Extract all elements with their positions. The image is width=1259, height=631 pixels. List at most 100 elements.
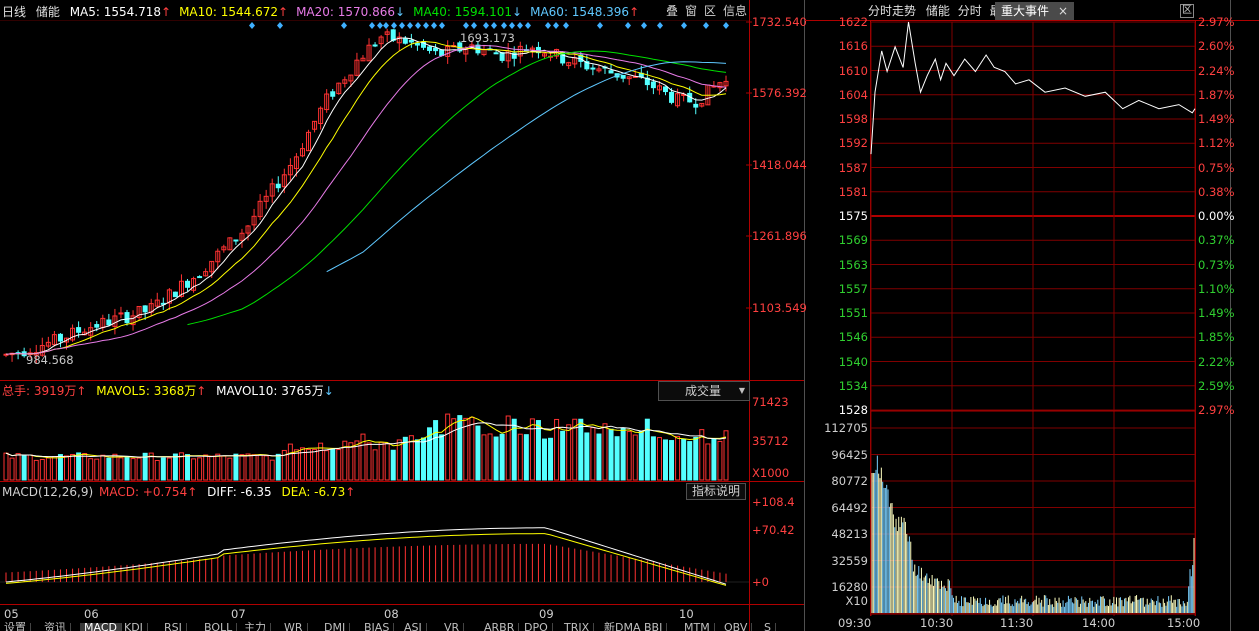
indicator-tab[interactable]: WR [280,622,308,631]
indicator-tab[interactable]: 主力 [240,622,271,631]
event-marker-icon[interactable] [657,22,663,29]
volume-header: 总手: 3919万↑ MAVOL5: 3368万↑ MAVOL10: 3765万… [2,381,340,401]
event-marker-icon[interactable] [423,22,429,29]
event-marker-icon[interactable] [501,22,507,29]
candle [299,143,305,158]
event-marker-icon[interactable] [369,22,375,29]
volume-indicator-select[interactable]: 成交量 ▼ [658,381,750,401]
event-marker-icon[interactable] [509,22,515,29]
intraday-time-label: 09:30 [838,616,872,630]
indicator-tab[interactable]: MTM [680,622,715,631]
event-marker-icon[interactable] [491,22,497,29]
indicator-tab[interactable]: BIAS [360,622,395,631]
intraday-pct-label: 1.85% [1198,330,1235,345]
intraday-pct-label: 2.22% [1198,354,1235,369]
intraday-vol-label: 80772 [831,474,868,488]
volume-bar [378,441,384,481]
event-marker-icon[interactable] [703,22,709,29]
volume-bar [263,455,269,481]
month-label: 08 [384,607,399,621]
event-marker-icon[interactable] [439,22,445,29]
event-marker-icon[interactable] [723,22,729,29]
macd-help-button[interactable]: 指标说明 [686,483,746,500]
volume-bar [64,455,70,481]
price-axis-label: 1261.896 [752,229,807,243]
macd-header: MACD(12,26,9) MACD: +0.754↑ DIFF: -6.35 … [2,482,361,502]
price-axis-label: 1576.392 [752,86,807,100]
event-marker-icon[interactable] [377,22,383,29]
candle [644,70,650,91]
candle [420,39,426,51]
candle [662,86,668,96]
intraday-price-label: 1592 [838,136,868,151]
candle [154,292,160,309]
volume-bar [191,458,197,481]
intraday-pct-label: 2.60% [1198,39,1235,54]
candle [414,42,420,51]
volume-bar [203,454,209,481]
event-marker-icon[interactable] [341,22,347,29]
event-marker-icon[interactable] [391,22,397,29]
candle [257,194,263,221]
volume-bar [693,436,699,481]
event-marker-icon[interactable] [407,22,413,29]
indicator-tab[interactable]: TRIX [560,622,595,631]
month-label: 09 [539,607,554,621]
indicator-tab[interactable]: VR [440,622,465,631]
macd-axis-label: +108.4 [752,495,795,509]
event-marker-icon[interactable] [431,22,437,29]
indicator-tab[interactable]: KDJ [120,622,148,631]
candle [306,129,312,152]
volume-bar [662,439,668,481]
intraday-price-label: 1551 [838,306,868,320]
volume-bar [584,432,590,481]
candle [70,324,76,342]
indicator-tab[interactable]: RSI [160,622,187,631]
up-arrow-icon: ↑ [345,485,356,499]
intraday-chart[interactable] [805,0,1259,631]
indicator-tab[interactable]: MACD [80,622,122,631]
kline-chart[interactable] [0,0,805,631]
event-marker-icon[interactable] [415,22,421,29]
event-marker-icon[interactable] [597,22,603,29]
event-marker-icon[interactable] [545,22,551,29]
candle [384,28,390,43]
event-marker-icon[interactable] [483,22,489,29]
volume-bar [312,448,318,481]
event-marker-icon[interactable] [383,22,389,29]
event-marker-icon[interactable] [471,22,477,29]
indicator-tab[interactable]: DMI [320,622,351,631]
candle [106,313,112,326]
event-marker-icon[interactable] [625,22,631,29]
candle [378,35,384,49]
event-marker-icon[interactable] [463,22,469,29]
candle [360,55,366,62]
event-marker-icon[interactable] [249,22,255,29]
event-marker-icon[interactable] [641,22,647,29]
event-marker-icon[interactable] [277,22,283,29]
event-marker-icon[interactable] [553,22,559,29]
event-marker-icon[interactable] [517,22,523,29]
volume-bar [70,453,76,481]
event-marker-icon[interactable] [525,22,531,29]
indicator-tab[interactable]: ARBR [480,622,520,631]
volume-bar [541,438,547,481]
event-marker-icon[interactable] [399,22,405,29]
indicator-tab[interactable]: 设置 [0,622,31,631]
volume-bar [172,453,178,481]
indicator-tab[interactable]: 新DMA [600,622,646,631]
indicator-tab[interactable]: S [760,622,776,631]
volume-bar [233,453,239,481]
intraday-price-label: 1598 [838,112,868,126]
intraday-vol-label: 16280 [831,580,868,594]
indicator-tab[interactable]: ASI [400,622,427,631]
indicator-tab[interactable]: BOLL [200,622,238,631]
indicator-tab[interactable]: OBV [720,622,753,631]
intraday-pct-label: 1.49% [1198,306,1235,320]
indicator-tab[interactable]: BBI [640,622,668,631]
indicator-tab[interactable]: 资讯 [40,622,71,631]
event-marker-icon[interactable] [563,22,569,29]
indicator-tab[interactable]: DPO [520,622,553,631]
candle [148,298,154,316]
event-marker-icon[interactable] [681,22,687,29]
